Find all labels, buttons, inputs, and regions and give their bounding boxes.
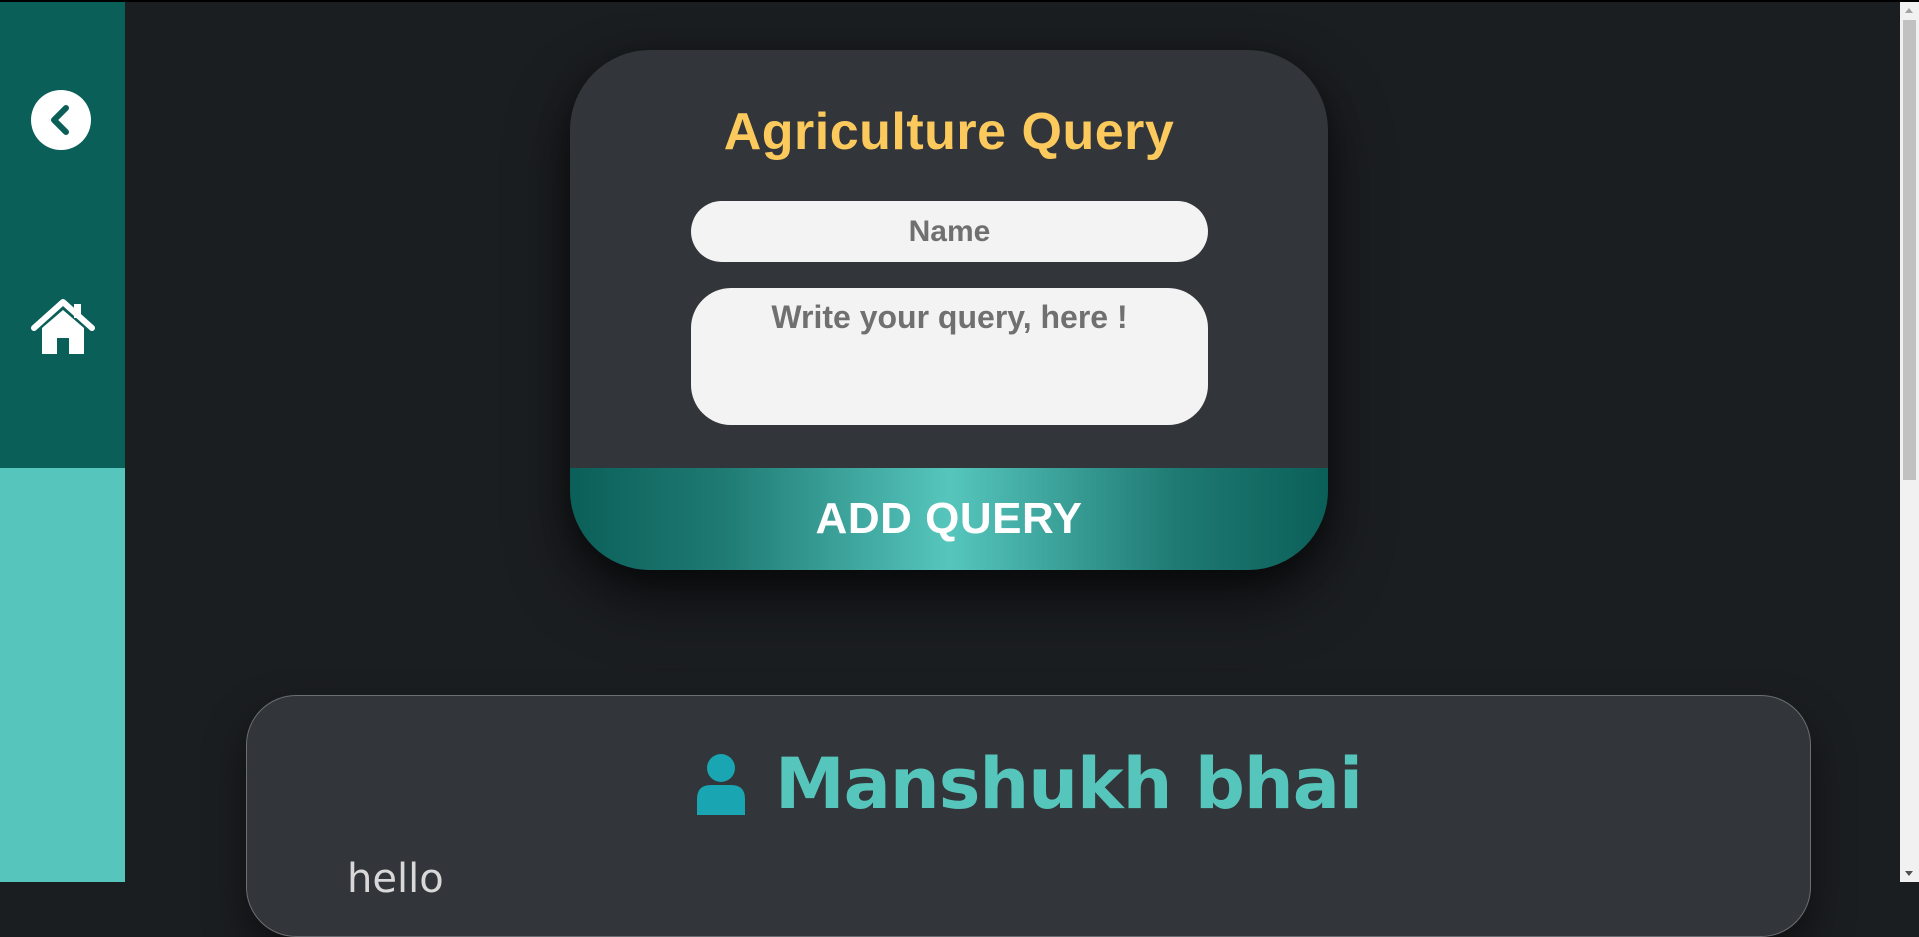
- sidebar-nav-panel: [0, 2, 125, 468]
- query-list-item: Manshukh bhai hello: [246, 695, 1811, 937]
- user-icon: [697, 754, 745, 815]
- author-name: Manshukh bhai: [775, 743, 1363, 825]
- back-button[interactable]: [31, 90, 91, 150]
- scroll-down-arrow-icon[interactable]: [1905, 871, 1913, 876]
- query-author: Manshukh bhai: [247, 743, 1810, 825]
- scroll-up-arrow-icon[interactable]: [1905, 8, 1913, 13]
- name-input[interactable]: Name: [691, 201, 1208, 262]
- add-query-button[interactable]: ADD QUERY: [570, 468, 1328, 570]
- vertical-scrollbar[interactable]: [1900, 2, 1919, 882]
- scrollbar-thumb[interactable]: [1903, 20, 1916, 480]
- sidebar: [0, 2, 125, 882]
- query-form-card: Agriculture Query Name Write your query,…: [570, 50, 1328, 570]
- window-top-border: [0, 0, 1919, 2]
- form-title: Agriculture Query: [723, 103, 1175, 161]
- home-icon: [31, 299, 95, 354]
- query-text: hello: [347, 856, 444, 902]
- query-textarea[interactable]: Write your query, here !: [691, 288, 1208, 425]
- home-button[interactable]: [30, 298, 96, 356]
- chevron-left-icon: [51, 105, 69, 135]
